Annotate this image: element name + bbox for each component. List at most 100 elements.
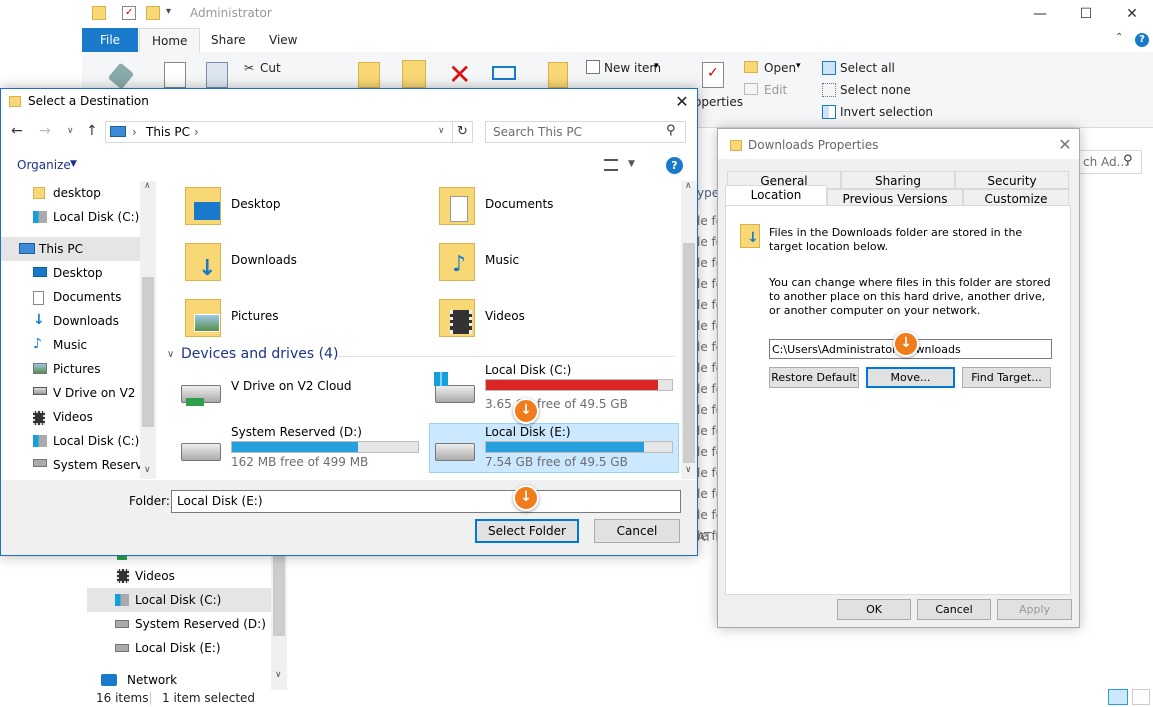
copy-to-icon[interactable] bbox=[402, 60, 426, 88]
tab-file[interactable]: File bbox=[82, 28, 138, 52]
cut-button[interactable]: Cut bbox=[260, 61, 281, 75]
open-dropdown-icon[interactable]: ▾ bbox=[796, 61, 801, 71]
close-button[interactable]: ✕ bbox=[1109, 0, 1153, 28]
scroll-up-icon[interactable]: ∧ bbox=[144, 181, 151, 191]
devices-section-header[interactable]: Devices and drives (4) bbox=[181, 346, 338, 362]
tab-share[interactable]: Share bbox=[199, 28, 258, 52]
refresh-icon[interactable]: ↻ bbox=[457, 124, 468, 139]
properties-icon[interactable]: ✓ bbox=[122, 6, 136, 20]
rename-icon[interactable] bbox=[492, 66, 516, 80]
new-folder-large-icon[interactable] bbox=[548, 62, 568, 88]
new-folder-icon[interactable] bbox=[146, 6, 160, 20]
address-dropdown-icon[interactable]: ∨ bbox=[438, 126, 445, 136]
search-input[interactable]: Search This PC ⚲ bbox=[485, 121, 686, 143]
tab-sharing[interactable]: Sharing bbox=[841, 171, 955, 189]
nav-item-system-reserved[interactable]: System Reserved bbox=[1, 453, 156, 477]
help-icon[interactable]: ? bbox=[666, 157, 683, 174]
folder-item-documents[interactable]: Documents bbox=[439, 185, 659, 229]
folder-input[interactable]: Local Disk (E:) bbox=[171, 490, 681, 513]
properties-close-button[interactable]: ✕ bbox=[1050, 132, 1080, 158]
nav-item-desktop[interactable]: desktop bbox=[1, 181, 140, 205]
nav-item-music[interactable]: ♪ Music bbox=[1, 333, 140, 357]
address-crumb-this-pc[interactable]: This PC bbox=[146, 125, 190, 139]
tab-security[interactable]: Security bbox=[955, 171, 1069, 189]
view-dropdown-icon[interactable]: ▼ bbox=[628, 159, 635, 169]
back-icon[interactable]: ← bbox=[11, 123, 23, 139]
new-item-icon[interactable] bbox=[586, 60, 600, 74]
move-to-icon[interactable] bbox=[358, 62, 380, 88]
scroll-down-icon[interactable]: ∨ bbox=[275, 670, 282, 680]
folder-item-desktop[interactable]: Desktop bbox=[185, 185, 405, 229]
folder-item-pictures[interactable]: Pictures bbox=[185, 297, 405, 341]
new-item-dropdown-icon[interactable]: ▾ bbox=[654, 61, 659, 71]
select-all-button[interactable]: Select all bbox=[840, 61, 895, 75]
find-target-button[interactable]: Find Target... bbox=[962, 367, 1051, 388]
type-column-header[interactable]: ype bbox=[697, 186, 719, 200]
ok-button[interactable]: OK bbox=[837, 599, 911, 620]
delete-icon[interactable]: ✕ bbox=[448, 58, 471, 91]
properties-cancel-button[interactable]: Cancel bbox=[917, 599, 991, 620]
organize-button[interactable]: Organize bbox=[17, 158, 71, 172]
tree-item-network[interactable]: Network bbox=[79, 668, 177, 692]
customize-toolbar-icon[interactable]: ▾ bbox=[166, 6, 171, 17]
dialog-close-button[interactable]: ✕ bbox=[667, 89, 697, 115]
drive-item-v-drive[interactable]: V Drive on V2 Cloud bbox=[175, 369, 427, 419]
details-view-icon[interactable] bbox=[1108, 689, 1128, 705]
invert-selection-icon[interactable] bbox=[822, 105, 836, 119]
cancel-button[interactable]: Cancel bbox=[594, 519, 680, 543]
drive-item-local-disk-e[interactable]: Local Disk (E:) 7.54 GB free of 49.5 GB bbox=[429, 423, 679, 473]
minimize-button[interactable]: — bbox=[1017, 0, 1063, 28]
nav-item-downloads[interactable]: ↓ Downloads bbox=[1, 309, 140, 333]
tree-item-local-disk-e[interactable]: Local Disk (E:) bbox=[87, 636, 271, 660]
tab-home[interactable]: Home bbox=[139, 28, 201, 52]
properties-large-icon[interactable]: ✓ bbox=[702, 62, 724, 88]
large-icons-view-icon[interactable] bbox=[1132, 689, 1150, 705]
folder-item-videos[interactable]: Videos bbox=[439, 297, 659, 341]
nav-item-local-disk-c[interactable]: Local Disk (C:) bbox=[1, 205, 140, 229]
nav-scrollbar[interactable]: ∧ ∨ bbox=[140, 181, 156, 479]
tree-item-local-disk-c[interactable]: Local Disk (C:) bbox=[87, 588, 271, 612]
select-all-icon[interactable] bbox=[822, 61, 836, 75]
nav-item-v-drive-on-v2-cl[interactable]: V Drive on V2 Cl bbox=[1, 381, 151, 405]
open-button[interactable]: Open bbox=[764, 61, 796, 75]
nav-item-local-disk-c[interactable]: Local Disk (C:) bbox=[1, 429, 140, 453]
move-button[interactable]: Move... bbox=[866, 367, 955, 388]
restore-default-button[interactable]: Restore Default bbox=[769, 367, 859, 388]
open-icon[interactable] bbox=[744, 61, 758, 73]
folder-item-music[interactable]: ♪ Music bbox=[439, 241, 659, 285]
content-scrollbar[interactable]: ∧ ∨ bbox=[681, 181, 697, 479]
select-folder-button[interactable]: Select Folder bbox=[475, 519, 579, 543]
scroll-thumb[interactable] bbox=[142, 277, 154, 427]
tree-item-videos[interactable]: Videos bbox=[87, 564, 271, 588]
nav-item-documents[interactable]: Documents bbox=[1, 285, 140, 309]
select-none-icon[interactable] bbox=[822, 83, 836, 97]
scroll-down-icon[interactable]: ∨ bbox=[685, 465, 692, 475]
recent-locations-icon[interactable]: ∨ bbox=[67, 126, 74, 136]
pin-icon[interactable] bbox=[107, 62, 135, 90]
section-collapse-icon[interactable]: ∨ bbox=[167, 349, 174, 360]
scroll-thumb[interactable] bbox=[683, 243, 695, 463]
ribbon-collapse-icon[interactable]: ⌃ bbox=[1115, 32, 1123, 43]
address-bar[interactable]: › This PC › ∨ ↻ bbox=[105, 121, 473, 143]
nav-item-this-pc[interactable]: This PC bbox=[1, 237, 140, 261]
nav-item-videos[interactable]: Videos bbox=[1, 405, 140, 429]
new-item-button[interactable]: New item bbox=[604, 61, 661, 75]
scroll-down-icon[interactable]: ∨ bbox=[144, 465, 151, 475]
maximize-button[interactable]: ☐ bbox=[1063, 0, 1109, 28]
tab-view[interactable]: View bbox=[257, 28, 309, 52]
folder-item-downloads[interactable]: ↓ Downloads bbox=[185, 241, 405, 285]
view-options-icon[interactable] bbox=[604, 159, 618, 171]
nav-item-desktop[interactable]: Desktop bbox=[1, 261, 140, 285]
tree-item-system-reserved[interactable]: System Reserved (D:) bbox=[87, 612, 271, 636]
tree-scrollbar[interactable]: ∨ bbox=[271, 556, 287, 690]
select-none-button[interactable]: Select none bbox=[840, 83, 911, 97]
tab-location[interactable]: Location bbox=[725, 185, 827, 207]
properties-button[interactable]: operties bbox=[694, 95, 743, 109]
cut-icon[interactable]: ✂ bbox=[244, 61, 254, 75]
nav-item-pictures[interactable]: Pictures bbox=[1, 357, 140, 381]
paste-icon[interactable] bbox=[206, 62, 228, 88]
drive-item-local-disk-c[interactable]: Local Disk (C:) 3.65 GB free of 49.5 GB bbox=[429, 363, 679, 419]
scroll-thumb[interactable] bbox=[273, 556, 285, 636]
organize-dropdown-icon[interactable]: ▼ bbox=[70, 159, 77, 169]
drive-item-system-reserved[interactable]: System Reserved (D:) 162 MB free of 499 … bbox=[175, 423, 427, 473]
